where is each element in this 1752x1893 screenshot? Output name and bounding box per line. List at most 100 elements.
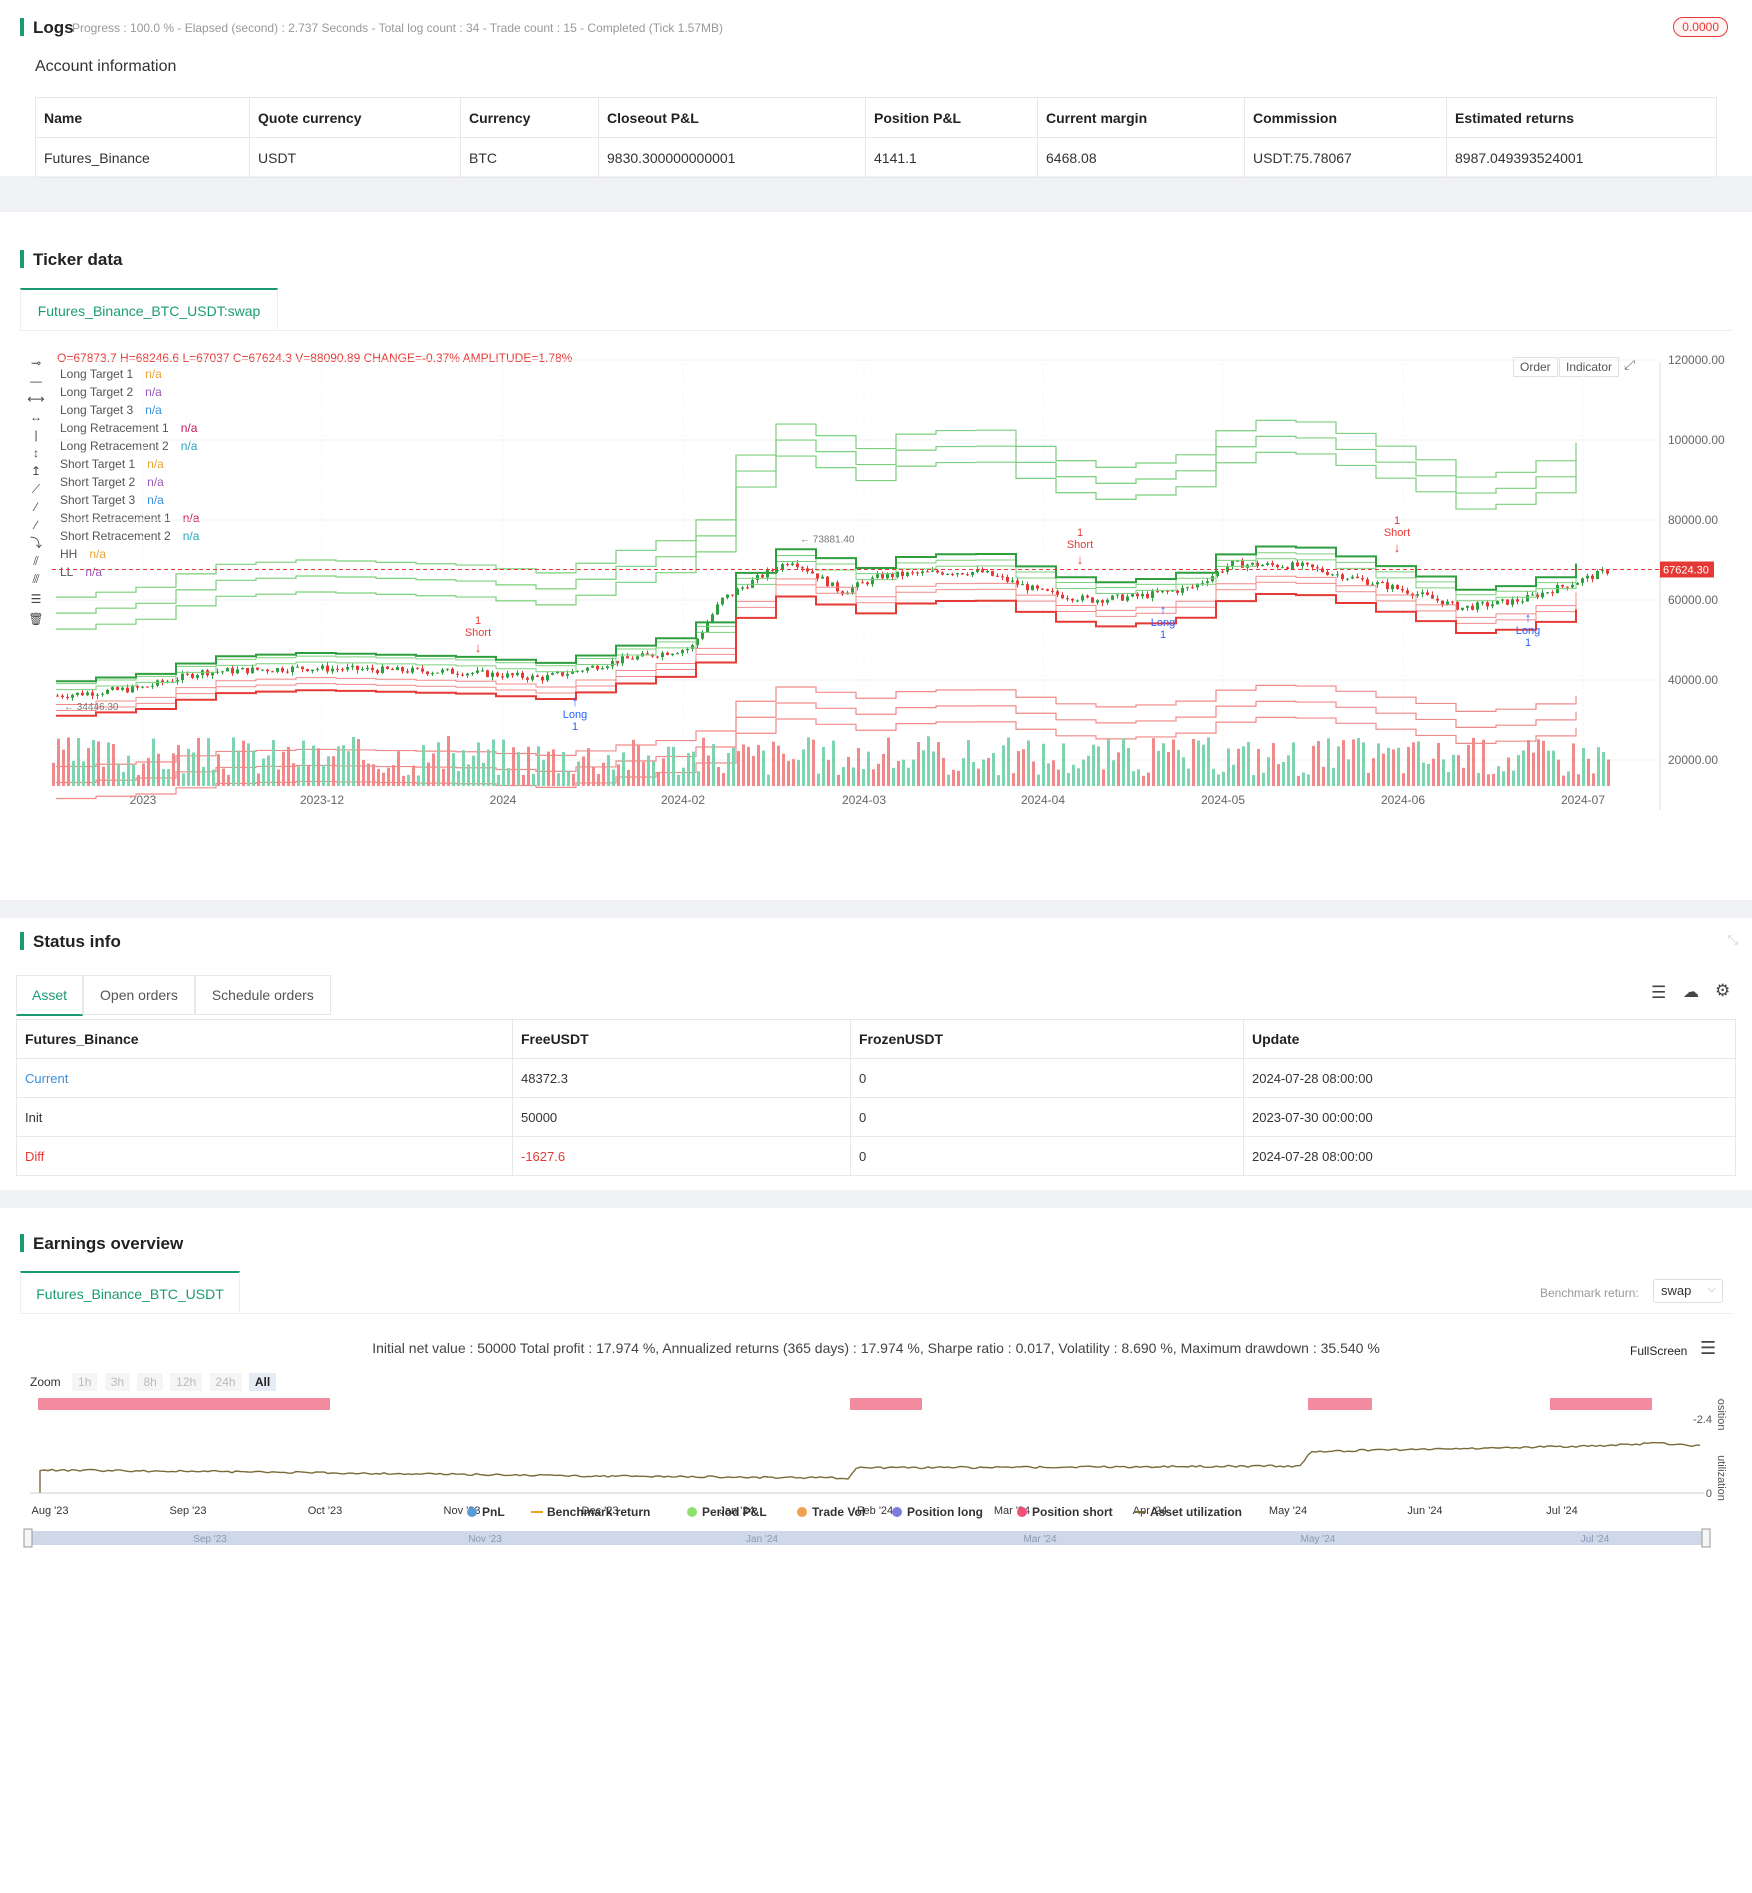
- list-icon[interactable]: ☰: [1651, 983, 1666, 1003]
- navigator-left-handle[interactable]: [23, 1528, 33, 1548]
- navigator-right-handle[interactable]: [1701, 1528, 1711, 1548]
- volume-bar: [642, 761, 645, 786]
- collapse-icon[interactable]: ⤡: [1728, 932, 1738, 948]
- asset-cell: 0: [850, 1097, 1244, 1137]
- zoom-1h-button[interactable]: 1h: [72, 1373, 98, 1391]
- candle-body: [1481, 602, 1484, 604]
- volume-bar: [922, 750, 925, 786]
- navigator-tick: Jul '24: [1581, 1534, 1610, 1545]
- tab-open-orders[interactable]: Open orders: [83, 975, 195, 1015]
- candle-body: [76, 692, 79, 695]
- zoom-all-button[interactable]: All: [248, 1373, 277, 1391]
- earnings-legend-item[interactable]: Asset utilization: [1134, 1505, 1242, 1519]
- ticker-tab[interactable]: Futures_Binance_BTC_USDT:swap: [20, 288, 278, 330]
- status-panel: Status info ⤡ Asset Open orders Schedule o…: [0, 918, 1752, 1190]
- earnings-legend-item[interactable]: Position short: [1017, 1505, 1113, 1519]
- candle-body: [1081, 595, 1084, 601]
- candle-body: [551, 673, 554, 675]
- volume-bar: [747, 746, 750, 786]
- tab-asset[interactable]: Asset: [16, 975, 84, 1016]
- volume-bar: [632, 739, 635, 786]
- volume-bar: [1262, 772, 1265, 786]
- fullscreen-button[interactable]: FullScreen: [1630, 1344, 1687, 1358]
- earnings-legend-item[interactable]: PnL: [467, 1505, 505, 1519]
- tab-schedule-orders[interactable]: Schedule orders: [194, 975, 331, 1015]
- candle-body: [1426, 592, 1429, 595]
- candle-body: [531, 675, 534, 680]
- legend-label: Period P&L: [702, 1505, 767, 1519]
- benchmark-select[interactable]: swap ⌵: [1653, 1279, 1723, 1303]
- volume-bar: [532, 773, 535, 786]
- account-header: Commission: [1244, 97, 1447, 138]
- earnings-legend-item[interactable]: Period P&L: [687, 1505, 767, 1519]
- volume-bar: [652, 761, 655, 786]
- volume-bar: [677, 774, 680, 786]
- candle-body: [566, 673, 569, 676]
- candle-body: [961, 573, 964, 575]
- asset-cell: 0: [850, 1136, 1244, 1176]
- volume-bar: [1232, 764, 1235, 786]
- candle-body: [391, 668, 394, 671]
- candle-body: [1086, 595, 1089, 598]
- earnings-legend-item[interactable]: Position long: [892, 1505, 983, 1519]
- asset-cell: 2023-07-30 00:00:00: [1243, 1097, 1736, 1137]
- candle-body: [81, 692, 84, 696]
- navigator-tick: Sep '23: [193, 1534, 227, 1545]
- candle-body: [1431, 594, 1434, 599]
- candle-body: [326, 665, 329, 672]
- earnings-legend-item[interactable]: Benchmark return: [531, 1505, 650, 1519]
- volume-bar: [1277, 764, 1280, 786]
- legend-label: Benchmark return: [547, 1505, 650, 1519]
- earnings-tab[interactable]: Futures_Binance_BTC_USDT: [20, 1271, 240, 1313]
- candle-body: [946, 573, 949, 575]
- legend-label: PnL: [482, 1505, 505, 1519]
- navigator-tick: Mar '24: [1023, 1534, 1056, 1545]
- candle-body: [1341, 574, 1344, 580]
- candle-body: [606, 666, 609, 669]
- volume-bar: [487, 749, 490, 786]
- cloud-download-icon[interactable]: ☁: [1683, 982, 1699, 1002]
- earnings-legend-item[interactable]: Trade Vol: [797, 1505, 865, 1519]
- asset-cell-current[interactable]: Current: [16, 1058, 513, 1098]
- candle-body: [661, 652, 664, 658]
- volume-bar: [1527, 739, 1530, 786]
- volume-bar: [302, 740, 305, 786]
- candle-body: [101, 693, 104, 695]
- candle-body: [1376, 582, 1379, 585]
- volume-bar: [672, 746, 675, 786]
- volume-bar: [542, 759, 545, 786]
- volume-bar: [482, 762, 485, 786]
- zoom-24h-button[interactable]: 24h: [209, 1373, 242, 1391]
- volume-bar: [1332, 767, 1335, 786]
- volume-bar: [1567, 771, 1570, 786]
- candle-body: [626, 656, 629, 659]
- navigator-track[interactable]: [28, 1531, 1708, 1545]
- volume-bar: [582, 756, 585, 786]
- candle-body: [186, 673, 189, 675]
- zoom-12h-button[interactable]: 12h: [170, 1373, 203, 1391]
- candle-body: [181, 673, 184, 681]
- candle-body: [721, 597, 724, 605]
- candle-body: [1131, 593, 1134, 597]
- volume-bar: [1337, 746, 1340, 786]
- candle-body: [491, 672, 494, 677]
- zoom-3h-button[interactable]: 3h: [104, 1373, 131, 1391]
- volume-bar: [692, 751, 695, 786]
- legend-label: Position long: [907, 1505, 983, 1519]
- volume-bar: [727, 752, 730, 786]
- candle-body: [291, 666, 294, 673]
- volume-bar: [1252, 775, 1255, 786]
- earnings-chart[interactable]: 35k30k25k20k15k10k5k0-5kPnLPeriod P&Lvol…: [0, 1398, 1752, 1883]
- hamburger-icon[interactable]: ☰: [1700, 1338, 1716, 1359]
- candlestick-chart[interactable]: 120000.00100000.0080000.0060000.0040000.…: [0, 342, 1752, 862]
- signal-num: 1: [475, 615, 481, 627]
- candle-body: [1406, 590, 1409, 594]
- zoom-8h-button[interactable]: 8h: [137, 1373, 163, 1391]
- candle-body: [1281, 567, 1284, 569]
- gear-icon[interactable]: ⚙: [1715, 981, 1730, 1001]
- candle-body: [936, 570, 939, 573]
- volume-bar: [732, 747, 735, 786]
- candle-body: [96, 694, 99, 696]
- candle-body: [526, 677, 529, 680]
- vol-tick-label: -2.4: [1693, 1414, 1712, 1426]
